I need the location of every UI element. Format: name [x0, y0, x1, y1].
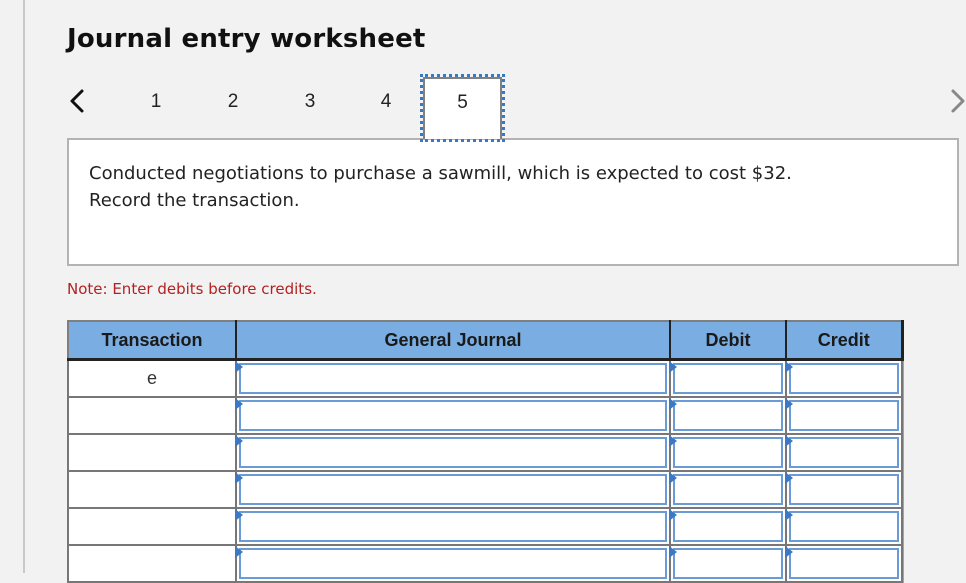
account-select-input[interactable]: [239, 548, 667, 579]
step-tab-1[interactable]: 1: [136, 88, 176, 116]
input-flag-icon: [669, 398, 677, 410]
step-tab-4[interactable]: 4: [366, 88, 406, 116]
credit-cell: [785, 470, 903, 509]
debit-cell: [669, 470, 787, 509]
step-tab-3[interactable]: 3: [290, 88, 330, 116]
credit-cell: [785, 433, 903, 472]
input-flag-icon: [669, 546, 677, 558]
journal-body: e: [67, 358, 903, 583]
debit-input[interactable]: [673, 400, 783, 431]
input-flag-icon: [669, 509, 677, 521]
transaction-prompt-text: Conducted negotiations to purchase a saw…: [89, 160, 929, 214]
prompt-line-2: Record the transaction.: [89, 190, 300, 211]
general-journal-cell: [235, 433, 671, 472]
debit-cell: [669, 433, 787, 472]
left-border-rule: [23, 0, 25, 573]
journal-entry-table: Transaction General Journal Debit Credit…: [67, 320, 904, 583]
credit-input[interactable]: [789, 511, 899, 542]
page-title: Journal entry worksheet: [67, 24, 426, 54]
chevron-right-icon: [951, 89, 965, 113]
step-tab-2[interactable]: 2: [213, 88, 253, 116]
journal-row: [67, 433, 903, 472]
credit-input[interactable]: [789, 400, 899, 431]
general-journal-cell: [235, 358, 671, 398]
input-flag-icon: [235, 435, 243, 447]
journal-row: [67, 507, 903, 546]
account-select-input[interactable]: [239, 363, 667, 394]
account-select-input[interactable]: [239, 474, 667, 505]
input-flag-icon: [669, 361, 677, 373]
credit-cell: [785, 544, 903, 583]
input-flag-icon: [235, 398, 243, 410]
input-flag-icon: [785, 435, 793, 447]
journal-header-row: Transaction General Journal Debit Credit: [67, 320, 904, 361]
debit-input[interactable]: [673, 437, 783, 468]
input-flag-icon: [235, 509, 243, 521]
input-flag-icon: [785, 361, 793, 373]
chevron-left-icon: [70, 89, 84, 113]
input-flag-icon: [235, 361, 243, 373]
header-debit: Debit: [670, 320, 787, 361]
journal-row: e: [67, 358, 903, 398]
debit-input[interactable]: [673, 548, 783, 579]
account-select-input[interactable]: [239, 437, 667, 468]
account-select-input[interactable]: [239, 400, 667, 431]
debit-input[interactable]: [673, 511, 783, 542]
transaction-prompt-panel: Conducted negotiations to purchase a saw…: [67, 138, 959, 266]
credit-input[interactable]: [789, 474, 899, 505]
general-journal-cell: [235, 396, 671, 435]
credit-cell: [785, 358, 903, 398]
next-step-button[interactable]: [950, 86, 966, 116]
input-flag-icon: [235, 472, 243, 484]
input-flag-icon: [235, 546, 243, 558]
input-flag-icon: [785, 546, 793, 558]
debit-input[interactable]: [673, 474, 783, 505]
general-journal-cell: [235, 507, 671, 546]
previous-step-button[interactable]: [66, 86, 90, 116]
debit-input[interactable]: [673, 363, 783, 394]
general-journal-cell: [235, 544, 671, 583]
credit-cell: [785, 507, 903, 546]
transaction-cell: [67, 433, 237, 472]
transaction-cell: [67, 507, 237, 546]
header-credit: Credit: [786, 320, 904, 361]
debits-before-credits-note: Note: Enter debits before credits.: [67, 280, 317, 298]
credit-input[interactable]: [789, 548, 899, 579]
transaction-cell: e: [67, 358, 237, 398]
transaction-cell: [67, 544, 237, 583]
journal-row: [67, 396, 903, 435]
journal-row: [67, 470, 903, 509]
general-journal-cell: [235, 470, 671, 509]
input-flag-icon: [785, 509, 793, 521]
debit-cell: [669, 507, 787, 546]
prompt-line-1: Conducted negotiations to purchase a saw…: [89, 163, 792, 184]
credit-input[interactable]: [789, 437, 899, 468]
header-general-journal: General Journal: [236, 320, 671, 361]
debit-cell: [669, 396, 787, 435]
header-transaction: Transaction: [67, 320, 237, 361]
input-flag-icon: [785, 472, 793, 484]
step-tab-5-active[interactable]: 5: [420, 74, 505, 142]
account-select-input[interactable]: [239, 511, 667, 542]
journal-row: [67, 544, 903, 583]
credit-cell: [785, 396, 903, 435]
debit-cell: [669, 544, 787, 583]
input-flag-icon: [785, 398, 793, 410]
debit-cell: [669, 358, 787, 398]
transaction-cell: [67, 470, 237, 509]
input-flag-icon: [669, 472, 677, 484]
transaction-cell: [67, 396, 237, 435]
credit-input[interactable]: [789, 363, 899, 394]
input-flag-icon: [669, 435, 677, 447]
